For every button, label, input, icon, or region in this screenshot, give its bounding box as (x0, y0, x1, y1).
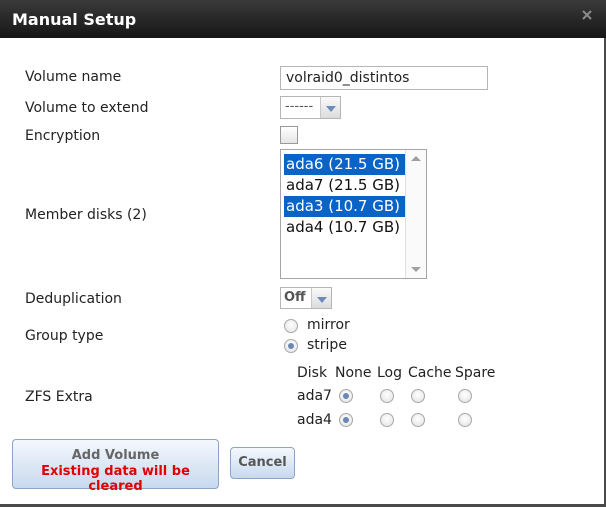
member-disk-option[interactable]: ada7 (21.5 GB) (284, 175, 405, 196)
zfs-ada7-cache-radio[interactable] (411, 389, 425, 403)
zfs-header-log: Log (377, 365, 403, 381)
encryption-checkbox[interactable] (280, 126, 298, 144)
zfs-ada4-cache-radio[interactable] (411, 413, 425, 427)
data-cleared-warning: Existing data will be cleared (41, 464, 190, 494)
zfs-header-none: None (335, 365, 372, 381)
member-disk-option[interactable]: ada6 (21.5 GB) (284, 154, 405, 175)
volume-name-input[interactable]: volraid0_distintos (280, 66, 488, 90)
volume-name-label: Volume name (25, 69, 122, 85)
volume-to-extend-label: Volume to extend (25, 100, 149, 116)
add-volume-label: Add Volume (71, 448, 160, 463)
group-type-stripe-radio[interactable] (284, 339, 298, 353)
scroll-up-icon[interactable] (411, 156, 421, 161)
member-disks-listbox[interactable]: ada6 (21.5 GB) ada7 (21.5 GB) ada3 (10.7… (280, 149, 427, 279)
dialog-title: Manual Setup (12, 10, 137, 29)
group-type-mirror-label: mirror (307, 317, 350, 333)
zfs-ada7-spare-radio[interactable] (458, 389, 472, 403)
cancel-button[interactable]: Cancel (230, 447, 295, 479)
close-icon[interactable] (580, 8, 594, 22)
zfs-ada7-log-radio[interactable] (380, 389, 394, 403)
deduplication-value: Off (284, 290, 306, 305)
zfs-ada4-none-radio[interactable] (339, 413, 353, 427)
member-disks-label: Member disks (2) (25, 207, 147, 223)
zfs-extra-label: ZFS Extra (25, 389, 93, 405)
encryption-label: Encryption (25, 128, 101, 144)
member-disk-option[interactable]: ada3 (10.7 GB) (284, 196, 405, 217)
zfs-row-disk: ada4 (297, 412, 332, 428)
member-disk-option[interactable]: ada4 (10.7 GB) (284, 217, 405, 238)
scroll-down-icon[interactable] (411, 267, 421, 272)
dialog-title-bar: Manual Setup (0, 0, 606, 38)
add-volume-button[interactable]: Add Volume Existing data will be cleared (12, 439, 219, 494)
volume-to-extend-select[interactable]: ------ (280, 96, 341, 119)
zfs-header-cache: Cache (408, 365, 452, 381)
zfs-row-disk: ada7 (297, 388, 332, 404)
listbox-scrollbar[interactable] (405, 150, 426, 278)
group-type-mirror-radio[interactable] (284, 319, 298, 333)
zfs-header-disk: Disk (297, 365, 328, 381)
volume-to-extend-value: ------ (285, 99, 314, 114)
zfs-ada4-spare-radio[interactable] (458, 413, 472, 427)
zfs-ada7-none-radio[interactable] (339, 389, 353, 403)
deduplication-select[interactable]: Off (280, 287, 332, 309)
deduplication-label: Deduplication (25, 291, 122, 307)
group-type-stripe-label: stripe (307, 337, 347, 353)
chevron-down-icon[interactable] (320, 97, 340, 118)
chevron-down-icon[interactable] (311, 288, 331, 308)
group-type-label: Group type (25, 328, 104, 344)
zfs-ada4-log-radio[interactable] (380, 413, 394, 427)
zfs-header-spare: Spare (455, 365, 496, 381)
